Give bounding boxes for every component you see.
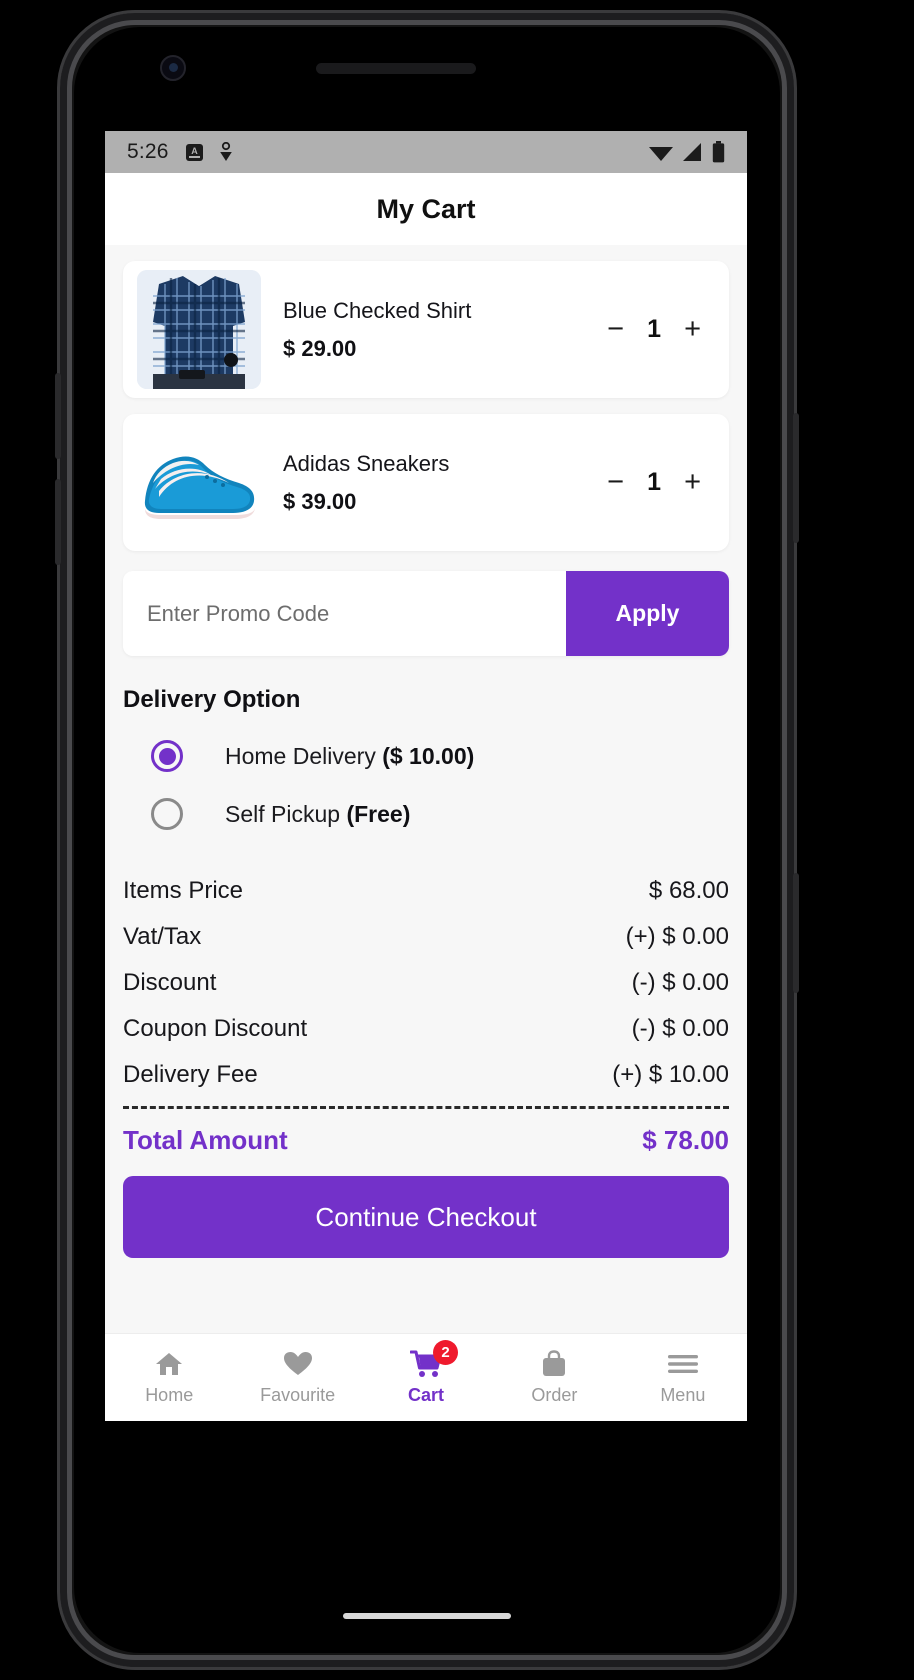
nav-item-home[interactable]: Home [105,1349,233,1406]
decrease-quantity-button[interactable]: − [607,315,624,344]
home-icon [154,1349,184,1379]
status-time: 5:26 [127,140,169,163]
alarm-badge-icon: A [185,143,203,161]
summary-value: (+) $ 0.00 [625,923,729,950]
nav-item-favourite[interactable]: Favourite [233,1349,361,1406]
heart-icon [283,1349,313,1379]
summary-divider [123,1106,729,1109]
radio-selected-icon[interactable] [151,740,183,772]
product-image-adidas-sneakers [137,423,261,542]
status-left-icons: A [185,141,234,163]
signal-icon [683,143,701,161]
front-camera-icon [160,55,186,81]
cart-item-name: Adidas Sneakers [283,450,450,476]
page-title: My Cart [376,193,476,224]
home-indicator[interactable] [343,1613,511,1619]
summary-row: Coupon Discount (-) $ 0.00 [123,1006,729,1052]
phone-frame: 5:26 A My Cart Blue Checked Shirt $ 29.0… [55,10,799,1670]
decrease-quantity-button[interactable]: − [607,468,624,497]
nav-label: Order [531,1385,578,1405]
quantity-stepper: − 1 + [607,468,715,497]
cart-icon: 2 [410,1340,459,1379]
delivery-option-name: Self Pickup [225,800,341,827]
cart-content: Blue Checked Shirt $ 29.00 − 1 + Adidas … [105,261,747,1258]
summary-label: Vat/Tax [123,923,202,950]
person-pin-icon [219,141,232,161]
delivery-option-price: (Free) [346,800,411,827]
hamburger-icon [667,1349,699,1379]
app-screen: 5:26 A My Cart Blue Checked Shirt $ 29.0… [105,131,747,1421]
cart-item-row[interactable]: Adidas Sneakers $ 39.00 − 1 + [123,414,729,551]
continue-checkout-button[interactable]: Continue Checkout [123,1176,729,1258]
summary-value: $ 68.00 [648,877,729,904]
product-image-blue-checked-shirt [137,270,261,389]
app-bar: My Cart [105,173,747,245]
summary-row: Vat/Tax (+) $ 0.00 [123,914,729,960]
delivery-option-home-delivery[interactable]: Home Delivery ($ 10.00) [123,740,729,772]
battery-icon [712,141,725,163]
nav-label: Home [145,1385,194,1405]
radio-unselected-icon[interactable] [151,798,183,830]
summary-row: Discount (-) $ 0.00 [123,960,729,1006]
status-right-icons [648,141,725,163]
bottom-navigation-bar: Home Favourite 2 Cart Order Menu [105,1333,747,1421]
summary-label: Coupon Discount [123,1015,308,1042]
price-summary: Items Price $ 68.00 Vat/Tax (+) $ 0.00 D… [123,868,729,1156]
nav-label: Menu [660,1385,706,1405]
delivery-option-title: Delivery Option [123,686,301,713]
nav-item-order[interactable]: Order [490,1349,618,1406]
nav-item-menu[interactable]: Menu [619,1349,747,1406]
side-button[interactable] [793,873,799,993]
increase-quantity-button[interactable]: + [684,468,701,497]
cart-item-row[interactable]: Blue Checked Shirt $ 29.00 − 1 + [123,261,729,398]
earpiece-speaker [316,63,476,74]
quantity-value: 1 [647,468,662,496]
apply-promo-button[interactable]: Apply [566,571,729,656]
cart-item-price: $ 29.00 [283,335,357,361]
summary-label: Delivery Fee [123,1061,258,1088]
volume-up-button[interactable] [55,373,61,459]
summary-row: Delivery Fee (+) $ 10.00 [123,1052,729,1098]
quantity-value: 1 [647,315,662,343]
nav-item-cart[interactable]: 2 Cart [362,1340,490,1406]
summary-label: Discount [123,969,217,996]
total-amount-label: Total Amount [123,1125,288,1155]
summary-value: (-) $ 0.00 [631,969,729,996]
power-button[interactable] [793,413,799,543]
bag-icon [540,1349,568,1379]
cart-item-info: Adidas Sneakers $ 39.00 [261,451,607,515]
promo-code-input[interactable] [123,571,566,656]
delivery-option-self-pickup[interactable]: Self Pickup (Free) [123,798,729,830]
nav-label: Cart [408,1385,445,1405]
status-bar: 5:26 A [105,131,747,173]
svg-text:A: A [191,146,198,156]
nav-label: Favourite [260,1385,336,1405]
cart-item-price: $ 39.00 [283,488,357,514]
increase-quantity-button[interactable]: + [684,315,701,344]
summary-value: (-) $ 0.00 [631,1015,729,1042]
delivery-option-label: Self Pickup (Free) [225,801,410,828]
cart-item-name: Blue Checked Shirt [283,297,472,323]
quantity-stepper: − 1 + [607,315,715,344]
total-amount-value: $ 78.00 [642,1125,729,1155]
summary-label: Items Price [123,877,244,904]
promo-code-row: Apply [123,571,729,656]
volume-down-button[interactable] [55,479,61,565]
total-amount-row: Total Amount $ 78.00 [123,1115,729,1156]
wifi-icon [649,147,673,161]
delivery-option-name: Home Delivery [225,742,376,769]
cart-badge: 2 [433,1340,459,1365]
delivery-option-label: Home Delivery ($ 10.00) [225,743,474,770]
delivery-option-price: ($ 10.00) [382,742,475,769]
summary-value: (+) $ 10.00 [612,1061,729,1088]
cart-item-info: Blue Checked Shirt $ 29.00 [261,298,607,362]
summary-row: Items Price $ 68.00 [123,868,729,914]
